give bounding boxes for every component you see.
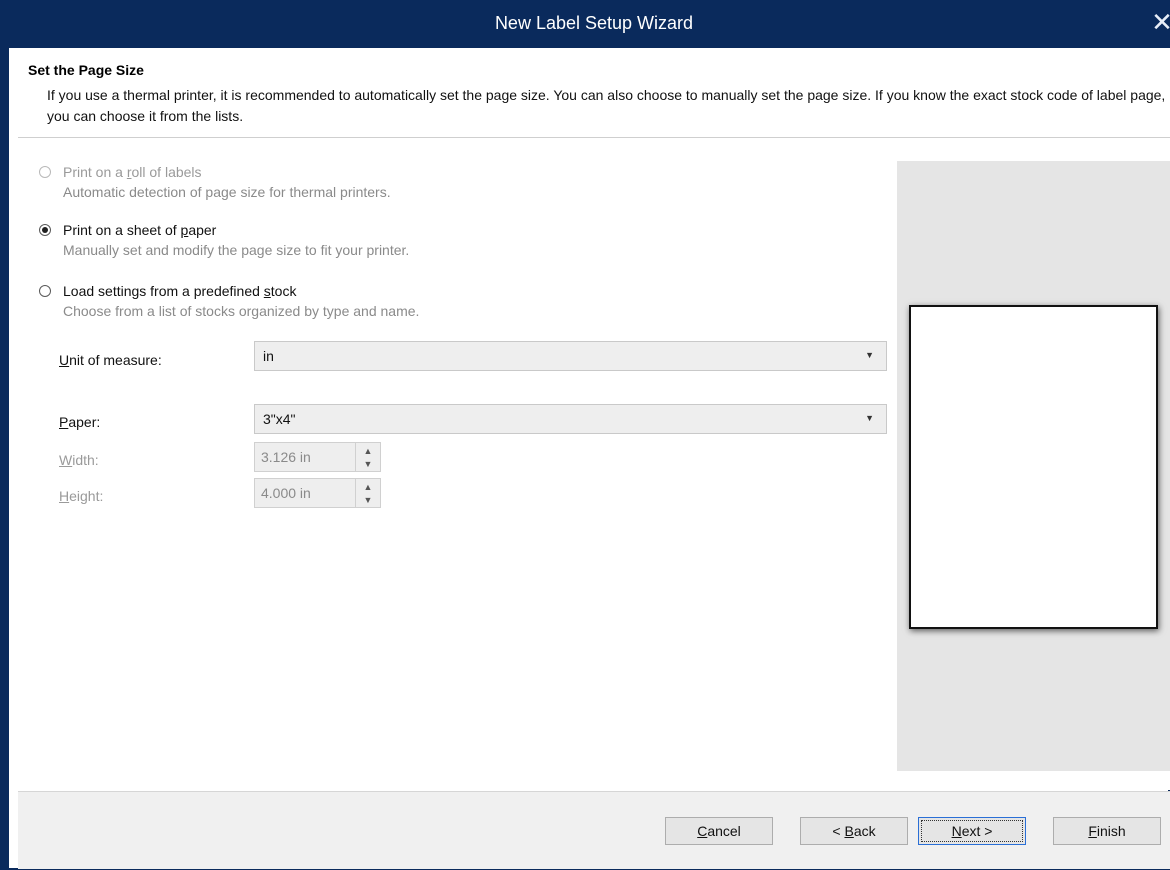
radio-sheet-of-paper-label: Print on a sheet of paper [63,222,217,238]
back-button[interactable]: < Back [800,817,908,845]
height-stepper[interactable]: 4.000 in ▲ ▼ [254,478,381,508]
finish-button[interactable]: Finish [1053,817,1161,845]
cancel-button[interactable]: Cancel [665,817,773,845]
unit-of-measure-value: in [263,348,274,364]
window-title: New Label Setup Wizard [494,13,694,33]
wizard-window: New Label Setup Wizard ✕ Set the Page Si… [0,0,1170,870]
close-icon[interactable]: ✕ [1151,8,1170,36]
wizard-header: Set the Page Size If you use a thermal p… [18,48,1170,138]
chevron-down-icon: ▼ [865,350,874,360]
width-stepper[interactable]: 3.126 in ▲ ▼ [254,442,381,472]
paper-label: Paper: [59,414,101,430]
radio-sheet-of-paper[interactable] [39,224,51,236]
radio-roll-of-labels-label: Print on a roll of labels [63,164,202,180]
radio-predefined-stock-label: Load settings from a predefined stock [63,283,297,299]
width-value: 3.126 in [261,449,311,465]
radio-predefined-stock-description: Choose from a list of stocks organized b… [63,303,420,319]
page-preview-sheet [909,305,1158,629]
radio-predefined-stock[interactable] [39,285,51,297]
width-label: Width: [59,452,99,468]
radio-roll-of-labels-description: Automatic detection of page size for the… [63,184,391,200]
next-button[interactable]: Next > [918,817,1026,845]
wizard-footer: Cancel < Back Next > Finish [18,791,1170,869]
chevron-down-icon: ▼ [865,413,874,423]
page-preview-panel [897,161,1170,771]
unit-of-measure-dropdown[interactable]: in ▼ [254,341,887,371]
spin-arrows-icon[interactable]: ▲ ▼ [355,479,380,507]
wizard-body: Print on a roll of labels Automatic dete… [18,138,1170,790]
height-value: 4.000 in [261,485,311,501]
page-title: Set the Page Size [28,62,144,78]
height-label: Height: [59,488,104,504]
radio-sheet-of-paper-description: Manually set and modify the page size to… [63,242,410,258]
radio-roll-of-labels[interactable] [39,166,51,178]
title-bar: New Label Setup Wizard ✕ [9,0,1170,48]
page-description: If you use a thermal printer, it is reco… [47,87,1166,124]
paper-dropdown[interactable]: 3"x4" ▼ [254,404,887,434]
unit-of-measure-label: Unit of measure: [59,352,162,368]
paper-value: 3"x4" [263,411,296,427]
spin-arrows-icon[interactable]: ▲ ▼ [355,443,380,471]
